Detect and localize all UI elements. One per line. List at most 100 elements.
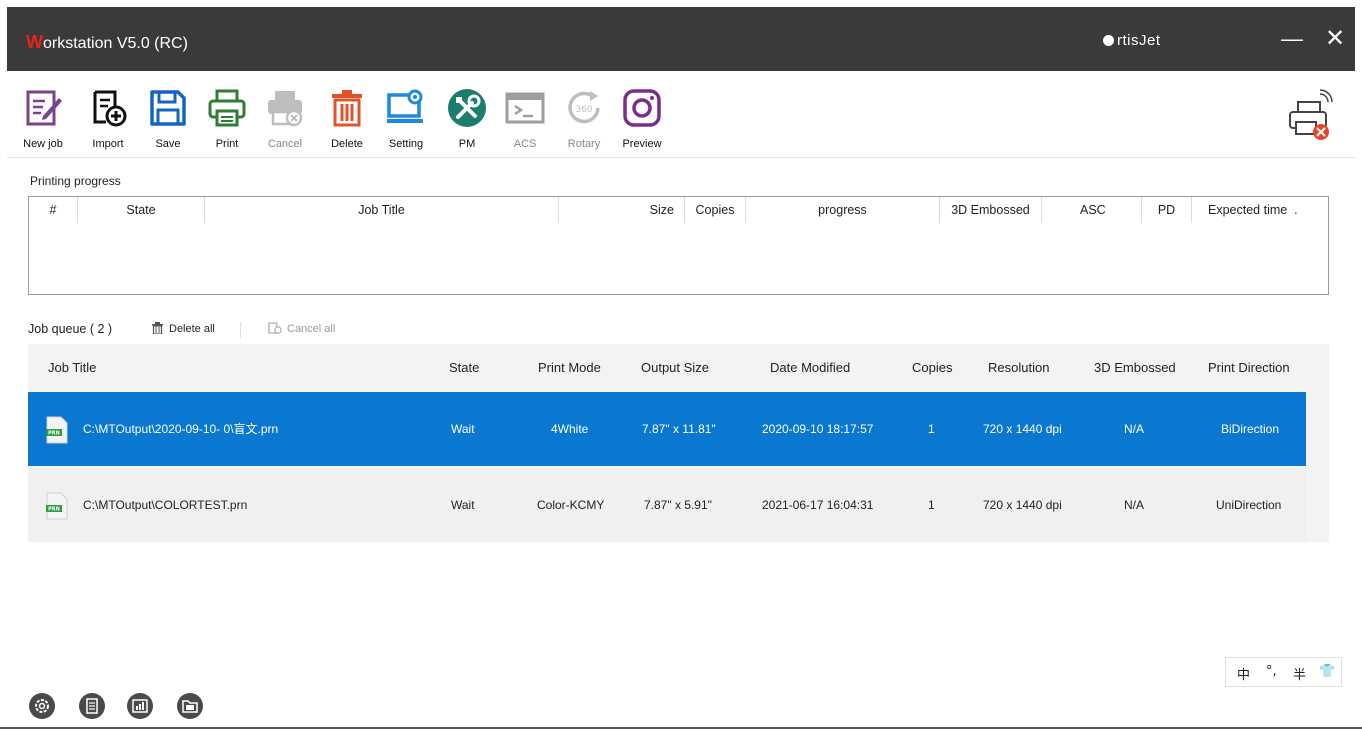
delete-all-label: Delete all [169, 323, 215, 335]
close-button[interactable]: ✕ [1320, 25, 1350, 55]
table-row[interactable]: PRN C:\MTOutput\2020-09-10- 0\盲文.prn Wai… [28, 392, 1306, 466]
progress-table-header: # State Job Title Size Copies progress 3… [29, 197, 1328, 223]
row-state: Wait [451, 498, 475, 512]
row-copies: 1 [928, 498, 935, 512]
job-queue-title: Job queue ( 2 ) [28, 322, 113, 336]
print-icon [208, 89, 246, 127]
preview-button[interactable]: Preview [617, 86, 667, 150]
ime-status-bar[interactable]: 中 °, 半 👕 [1225, 657, 1342, 687]
job-col-resolution[interactable]: Resolution [988, 344, 1049, 392]
progress-col-3d-embossed[interactable]: 3D Embossed [940, 197, 1042, 223]
document-list-icon[interactable] [78, 692, 106, 720]
job-col-copies[interactable]: Copies [912, 344, 952, 392]
table-row[interactable]: PRN C:\MTOutput\COLORTEST.prn Wait Color… [28, 468, 1306, 542]
expected-time-extra: . [1294, 203, 1298, 217]
ime-half-width-mode[interactable]: 半 [1293, 664, 1306, 683]
delete-label: Delete [331, 138, 363, 150]
pm-label: PM [458, 138, 476, 150]
ime-skin-icon[interactable]: 👕 [1319, 664, 1335, 679]
row-print-direction: BiDirection [1221, 422, 1280, 436]
ime-chinese-mode[interactable]: 中 [1237, 664, 1250, 683]
job-table-header: Job Title State Print Mode Output Size D… [28, 344, 1306, 392]
setting-monitor-icon [387, 89, 423, 123]
job-col-output-size[interactable]: Output Size [641, 344, 709, 392]
progress-col-progress[interactable]: progress [746, 197, 940, 223]
brand-dot-icon [1103, 35, 1114, 46]
toolbar-divider [7, 157, 1355, 158]
rotary-button[interactable]: 360 Rotary [559, 86, 609, 150]
new-job-label: New job [23, 138, 63, 150]
job-col-3d-embossed[interactable]: 3D Embossed [1094, 344, 1176, 392]
print-button[interactable]: Print [202, 86, 252, 150]
row-output-size: 7.87" x 5.91" [644, 498, 712, 512]
printing-progress-table: # State Job Title Size Copies progress 3… [28, 196, 1329, 295]
job-queue-table: Job Title State Print Mode Output Size D… [28, 344, 1329, 676]
expected-time-text: Expected time [1208, 203, 1288, 217]
row-copies: 1 [928, 422, 935, 436]
job-col-date-modified[interactable]: Date Modified [770, 344, 850, 392]
title-text: orkstation V5.0 (RC) [43, 35, 188, 52]
title-initial: W [26, 32, 43, 52]
progress-col-expected-time[interactable]: Expected time . [1192, 197, 1328, 223]
printing-progress-label: Printing progress [30, 174, 121, 188]
rotary-label: Rotary [567, 138, 601, 150]
app-title: Workstation V5.0 (RC) [26, 32, 188, 53]
rotary-360-icon: 360 [568, 91, 600, 124]
delete-button[interactable]: Delete [322, 86, 372, 150]
row-date-modified: 2020-09-10 18:17:57 [762, 422, 874, 436]
print-label: Print [215, 138, 239, 150]
job-col-print-direction[interactable]: Print Direction [1208, 344, 1290, 392]
preview-icon [623, 89, 661, 127]
new-job-button[interactable]: New job [18, 86, 68, 150]
setting-button[interactable]: Setting [381, 86, 431, 150]
row-state: Wait [451, 422, 475, 436]
cancel-all-button[interactable]: Cancel all [268, 322, 335, 335]
delete-all-button[interactable]: Delete all [152, 322, 215, 335]
title-bar: Workstation V5.0 (RC) rtisJet — ✕ [7, 7, 1355, 71]
statistics-chart-icon[interactable] [126, 692, 154, 720]
cancel-all-icon [268, 322, 282, 334]
progress-col-asc[interactable]: ASC [1042, 197, 1142, 223]
save-button[interactable]: Save [143, 86, 193, 150]
cancel-button[interactable]: Cancel [260, 86, 310, 150]
tools-icon [448, 89, 486, 127]
save-label: Save [155, 138, 181, 150]
cancel-label: Cancel [267, 138, 303, 150]
pm-button[interactable]: PM [442, 86, 492, 150]
row-resolution: 720 x 1440 dpi [983, 498, 1062, 512]
job-col-title[interactable]: Job Title [48, 344, 96, 392]
acs-button[interactable]: ACS [500, 86, 550, 150]
brand-text: rtisJet [1117, 32, 1161, 49]
setting-label: Setting [388, 138, 424, 150]
row-print-mode: 4White [551, 422, 589, 436]
prn-badge: PRN [48, 431, 60, 437]
minimize-button[interactable]: — [1277, 25, 1307, 55]
job-col-print-mode[interactable]: Print Mode [538, 344, 601, 392]
prn-file-icon: PRN [46, 492, 68, 520]
row-date-modified: 2021-06-17 16:04:31 [762, 498, 874, 512]
preview-label: Preview [622, 138, 662, 150]
acs-label: ACS [513, 138, 537, 150]
settings-gear-icon[interactable] [28, 692, 56, 720]
queue-bar-divider [240, 322, 241, 338]
progress-col-size[interactable]: Size [559, 197, 685, 223]
printer-offline-icon[interactable] [1286, 88, 1334, 144]
api-folder-icon[interactable] [176, 692, 204, 720]
row-output-size: 7.87" x 11.81" [642, 422, 716, 436]
row-print-direction: UniDirection [1216, 498, 1282, 512]
row-3d-embossed: N/A [1124, 498, 1145, 512]
trash-icon [332, 90, 362, 127]
terminal-icon [505, 92, 545, 124]
progress-col-pd[interactable]: PD [1142, 197, 1192, 223]
ime-punctuation-mode[interactable]: °, [1266, 664, 1277, 679]
progress-col-job-title[interactable]: Job Title [205, 197, 559, 223]
progress-col-state[interactable]: State [78, 197, 205, 223]
import-button[interactable]: Import [83, 86, 133, 150]
job-table-empty-area [28, 542, 1329, 676]
job-col-state[interactable]: State [449, 344, 479, 392]
prn-file-icon: PRN [46, 416, 68, 444]
brand-logo: rtisJet [1103, 32, 1161, 49]
progress-col-copies[interactable]: Copies [685, 197, 746, 223]
progress-col-index[interactable]: # [29, 197, 78, 223]
row-3d-embossed: N/A [1124, 422, 1145, 436]
